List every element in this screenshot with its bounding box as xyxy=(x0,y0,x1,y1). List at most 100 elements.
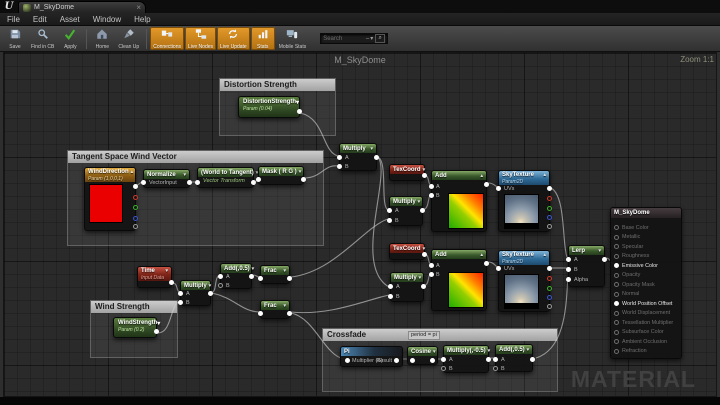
comment-title[interactable]: Tangent Space Wind Vector xyxy=(68,151,323,163)
collapse-caret-icon[interactable]: ▾ xyxy=(433,349,436,355)
input-pin-alpha[interactable] xyxy=(566,277,571,282)
material-input-tessellation-multiplier[interactable]: Tessellation Multiplier xyxy=(611,318,681,328)
collapse-caret-icon[interactable]: ▾ xyxy=(283,268,286,274)
node-multiply-pan-2[interactable]: Multiply▾ A B xyxy=(390,272,424,302)
output-pin[interactable] xyxy=(602,257,607,262)
node-multiply-distortion[interactable]: Multiply▾ A B xyxy=(339,143,377,171)
input-pin-a[interactable] xyxy=(493,357,498,362)
output-pin-g[interactable] xyxy=(547,286,552,291)
input-pin[interactable] xyxy=(258,276,263,281)
output-pin-a[interactable] xyxy=(547,224,552,229)
material-input-ambient-occlusion[interactable]: Ambient Occlusion xyxy=(611,337,681,347)
output-pin[interactable] xyxy=(301,177,306,182)
input-pin-a[interactable] xyxy=(429,184,434,189)
output-pin-a[interactable] xyxy=(547,304,552,309)
material-input-refraction[interactable]: Refraction xyxy=(611,347,681,357)
material-input-metallic[interactable]: Metallic xyxy=(611,233,681,243)
input-pin-a[interactable] xyxy=(218,274,223,279)
material-input-emissive-color[interactable]: Emissive Color xyxy=(611,261,681,271)
input-pin[interactable] xyxy=(614,320,619,325)
input-pin[interactable] xyxy=(614,244,619,249)
output-pin[interactable] xyxy=(169,280,174,285)
collapse-caret-icon[interactable]: ▾ xyxy=(299,169,302,175)
collapse-caret-icon[interactable]: ▾ xyxy=(598,248,601,254)
node-time[interactable]: Time▾ Input Data xyxy=(137,266,172,288)
material-input-subsurface-color[interactable]: Subsurface Color xyxy=(611,328,681,338)
output-pin[interactable] xyxy=(430,358,435,363)
material-input-world-displacement[interactable]: World Displacement xyxy=(611,309,681,319)
expand-caret-icon[interactable]: ▴ xyxy=(543,252,546,259)
output-pin[interactable] xyxy=(208,291,213,296)
input-pin-a[interactable] xyxy=(441,357,446,362)
input-pin-b[interactable] xyxy=(218,283,223,288)
output-pin[interactable] xyxy=(154,329,159,334)
output-pin-r[interactable] xyxy=(547,196,552,201)
node-distortion-strength-param[interactable]: DistortionStrength▾ Param (0.04) xyxy=(238,96,300,118)
output-pin[interactable] xyxy=(287,311,292,316)
output-pin-g[interactable] xyxy=(547,206,552,211)
node-wind-strength-param[interactable]: WindStrength▾ Param (0.2) xyxy=(113,317,157,338)
collapse-caret-icon[interactable]: ▾ xyxy=(423,167,426,173)
collapse-caret-icon[interactable]: ▾ xyxy=(183,172,186,178)
output-pin[interactable] xyxy=(251,180,256,185)
output-pin[interactable] xyxy=(422,252,427,257)
material-input-opacity-mask[interactable]: Opacity Mask xyxy=(611,280,681,290)
node-sky-texture-2[interactable]: SkyTexture▴ Param2D UVs xyxy=(498,250,550,312)
node-normalize[interactable]: Normalize▾ VectorInput xyxy=(143,169,190,188)
node-wind-direction[interactable]: WindDirection▴ Param (1,0,0,1) xyxy=(84,167,136,231)
input-pin-uvs[interactable] xyxy=(496,266,501,271)
node-frac-2[interactable]: Frac▾ xyxy=(260,300,290,319)
input-pin-uvs[interactable] xyxy=(496,186,501,191)
node-mask-rg[interactable]: Mask ( R G )▾ xyxy=(258,166,304,185)
input-pin-b[interactable] xyxy=(337,164,342,169)
input-pin-b[interactable] xyxy=(429,193,434,198)
input-pin-a[interactable] xyxy=(387,208,392,213)
input-pin-a[interactable] xyxy=(566,257,571,262)
input-pin-b[interactable] xyxy=(441,366,446,371)
output-pin[interactable] xyxy=(374,155,379,160)
input-pin[interactable] xyxy=(195,180,200,185)
collapse-caret-icon[interactable]: ▾ xyxy=(418,199,421,205)
collapse-caret-icon[interactable]: ▾ xyxy=(252,266,255,272)
input-pin-b[interactable] xyxy=(493,366,498,371)
material-input-world-position-offset[interactable]: World Position Offset xyxy=(611,299,681,309)
node-lerp[interactable]: Lerp▾ A B Alpha xyxy=(568,245,605,287)
collapse-caret-icon[interactable]: ▾ xyxy=(296,99,299,106)
output-pin-g[interactable] xyxy=(133,205,138,210)
output-pin-b[interactable] xyxy=(547,295,552,300)
node-add-half-1[interactable]: Add(,0.5)▾ A B xyxy=(220,263,252,289)
expand-caret-icon[interactable]: ▴ xyxy=(543,172,546,179)
material-input-roughness[interactable]: Roughness xyxy=(611,252,681,262)
node-pi[interactable]: Pi Multiplier (S) Result xyxy=(340,346,403,367)
collapse-caret-icon[interactable]: ▾ xyxy=(488,348,491,354)
input-pin[interactable] xyxy=(410,358,415,363)
expand-caret-icon[interactable]: ▴ xyxy=(131,169,134,176)
input-pin[interactable] xyxy=(614,282,619,287)
comment-title[interactable]: Crossfade xyxy=(323,329,557,341)
comment-title[interactable]: Distortion Strength xyxy=(220,79,335,91)
input-pin[interactable] xyxy=(614,339,619,344)
output-pin[interactable] xyxy=(297,109,302,114)
node-world-to-tangent[interactable]: (World to Tangent)▾ Vector Transform xyxy=(197,167,254,188)
expand-caret-icon[interactable]: ▴ xyxy=(480,252,483,258)
output-pin-b[interactable] xyxy=(133,216,138,221)
output-pin[interactable] xyxy=(420,208,425,213)
output-pin[interactable] xyxy=(249,274,254,279)
node-add-half-2[interactable]: Add(,0.5)▾ A B xyxy=(495,344,533,372)
node-texcoord-1[interactable]: TexCoord▾ xyxy=(389,164,425,181)
output-pin-rgb[interactable] xyxy=(133,184,138,189)
input-pin[interactable] xyxy=(614,273,619,278)
output-pin[interactable] xyxy=(484,182,489,187)
comment-title[interactable]: Wind Strength xyxy=(91,301,177,313)
input-pin-b[interactable] xyxy=(387,218,392,223)
output-pin[interactable] xyxy=(421,284,426,289)
node-add-uv-1[interactable]: Add▴ A B xyxy=(431,170,487,232)
input-pin[interactable] xyxy=(258,311,263,316)
output-pin-r[interactable] xyxy=(133,195,138,200)
output-pin-r[interactable] xyxy=(547,276,552,281)
input-pin[interactable] xyxy=(614,301,619,306)
input-pin-a[interactable] xyxy=(337,155,342,160)
node-multiply-pan-1[interactable]: Multiply▾ A B xyxy=(389,196,423,226)
node-add-uv-2[interactable]: Add▴ A B xyxy=(431,249,487,311)
node-frac-1[interactable]: Frac▾ xyxy=(260,265,290,284)
